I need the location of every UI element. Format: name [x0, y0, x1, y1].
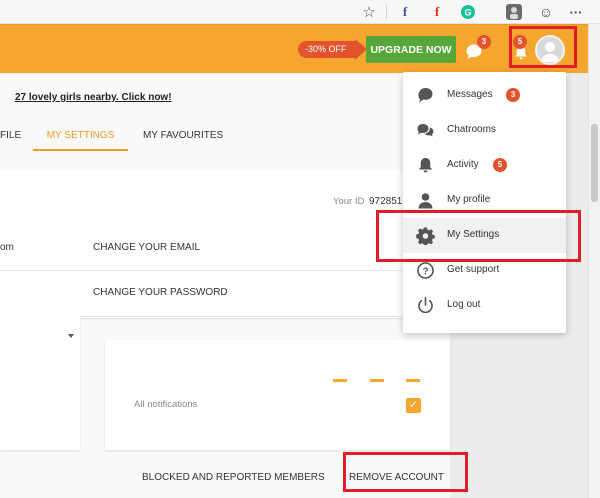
discount-tag[interactable]: -30% OFF	[298, 39, 366, 60]
menu-item-label: Messages	[447, 89, 493, 100]
activity-badge: 5	[493, 158, 507, 172]
scroll-thumb[interactable]	[591, 124, 598, 202]
settings-tabs: FILE MY SETTINGS MY FAVOURITES	[0, 121, 450, 153]
toggle-indicator	[370, 379, 384, 382]
my-settings-highlight	[376, 210, 581, 262]
tab-my-settings[interactable]: MY SETTINGS	[33, 121, 128, 151]
grammarly-icon[interactable]: G	[460, 2, 476, 22]
browser-toolbar: ☆ f f G ☺ ···	[0, 0, 600, 24]
notifications-card	[105, 340, 450, 450]
question-icon: ?	[417, 262, 434, 279]
page-scrollbar[interactable]	[588, 24, 600, 498]
menu-item-label: Log out	[447, 299, 481, 310]
chat-badge: 3	[477, 35, 491, 49]
toolbar-divider	[386, 4, 387, 20]
menu-item-label: Get support	[447, 264, 500, 275]
avatar-highlight	[509, 26, 577, 68]
svg-text:?: ?	[422, 266, 428, 277]
upgrade-button[interactable]: UPGRADE NOW	[366, 36, 456, 63]
all-notifications-label: All notifications	[134, 399, 198, 410]
svg-text:G: G	[464, 8, 471, 18]
smiley-icon[interactable]: ☺	[538, 2, 554, 22]
power-icon	[418, 296, 433, 314]
menu-item-label: Chatrooms	[447, 124, 496, 135]
blocked-members-link[interactable]: BLOCKED AND REPORTED MEMBERS	[142, 472, 325, 483]
email-value: om	[0, 242, 14, 253]
tab-my-favourites[interactable]: MY FAVOURITES	[143, 121, 223, 151]
divider	[0, 270, 450, 271]
star-icon[interactable]: ☆	[360, 2, 378, 22]
menu-item-label: Activity	[447, 159, 479, 170]
menu-item-log-out[interactable]: Log out	[403, 288, 566, 323]
more-icon[interactable]: ···	[568, 2, 584, 22]
menu-item-chatrooms[interactable]: Chatrooms	[403, 113, 566, 148]
extension-avatar-icon[interactable]	[505, 2, 523, 22]
toggle-indicator	[333, 379, 347, 382]
menu-item-label: My profile	[447, 194, 491, 205]
your-id-value: 972851	[369, 196, 403, 207]
your-id-label: Your ID	[333, 196, 365, 207]
menu-item-messages[interactable]: Messages 3	[403, 78, 566, 113]
flipboard-icon[interactable]: f	[429, 2, 445, 22]
promo-link[interactable]: 27 lovely girls nearby. Click now!	[15, 92, 172, 103]
chat-button[interactable]: 3	[465, 35, 491, 61]
change-password-link[interactable]: CHANGE YOUR PASSWORD	[93, 287, 228, 298]
chat-bubble-icon	[418, 88, 433, 103]
person-icon	[418, 193, 433, 209]
menu-item-activity[interactable]: Activity 5	[403, 148, 566, 183]
chevron-down-icon[interactable]	[68, 334, 74, 338]
chatrooms-icon	[417, 124, 434, 137]
all-notifications-checkbox[interactable]: ✓	[406, 398, 421, 413]
toggle-indicator	[406, 379, 420, 382]
bell-icon	[418, 158, 433, 173]
change-email-link[interactable]: CHANGE YOUR EMAIL	[93, 242, 200, 253]
user-dropdown-menu: Messages 3 Chatrooms Activity 5 My profi…	[403, 72, 566, 333]
facebook-icon[interactable]: f	[397, 2, 413, 22]
messages-badge: 3	[506, 88, 520, 102]
tab-profile[interactable]: FILE	[0, 121, 21, 151]
site-header: -30% OFF UPGRADE NOW 3 5	[0, 24, 588, 73]
remove-account-highlight	[343, 452, 468, 492]
